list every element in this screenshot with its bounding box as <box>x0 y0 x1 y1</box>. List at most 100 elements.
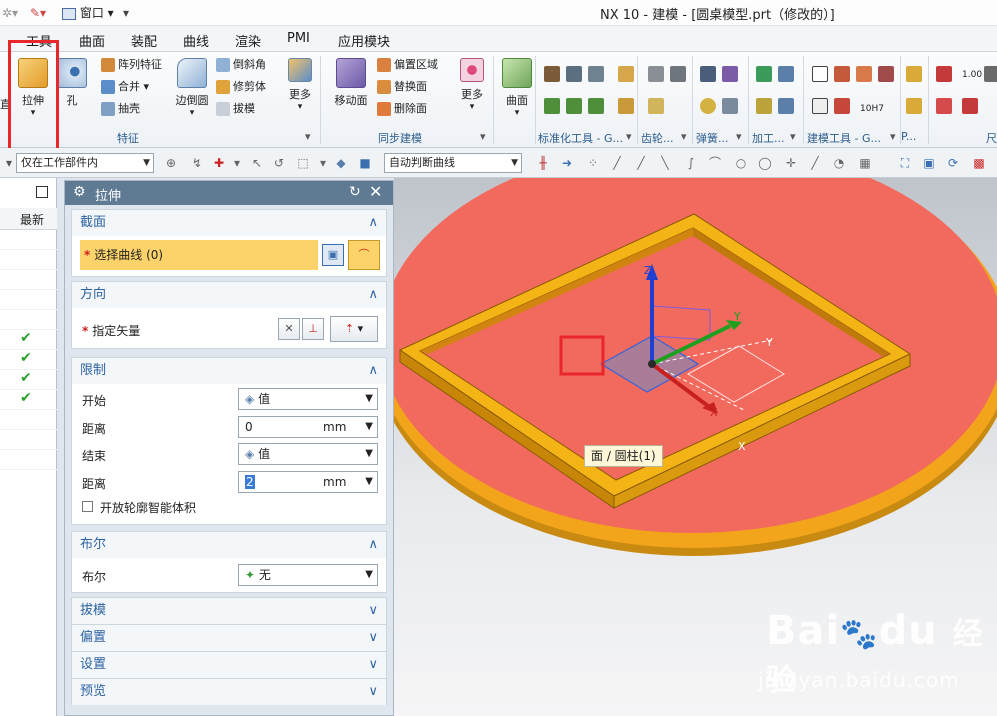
offset-region-button[interactable]: 偏置区域 <box>377 56 438 74</box>
move-face-button[interactable]: 移动面 <box>332 56 370 108</box>
chevron-down-icon[interactable]: ▾ <box>316 156 330 170</box>
maximize-icon[interactable] <box>36 186 48 198</box>
spring-tool-icon[interactable] <box>700 66 716 82</box>
zoom-icon[interactable]: ▣ <box>922 156 936 170</box>
edit-icon[interactable]: ✎▾ <box>30 4 46 22</box>
group-expand-icon[interactable]: ▾ <box>681 130 687 143</box>
quick-access-icon[interactable]: ✲▾ <box>2 4 18 22</box>
gear-tool-icon[interactable] <box>648 98 664 114</box>
tree-row[interactable] <box>0 290 57 310</box>
std-tool-icon[interactable] <box>566 98 582 114</box>
curve-select-button[interactable]: ⌒ <box>348 240 380 270</box>
group-expand-icon[interactable]: ▾ <box>305 130 311 143</box>
curve-point-icon[interactable]: ⌒ <box>708 156 722 170</box>
triangle-tool-icon[interactable] <box>812 66 828 82</box>
model-tool-icon[interactable] <box>834 98 850 114</box>
machining-tool-icon[interactable] <box>756 66 772 82</box>
machining-tool-icon[interactable] <box>778 98 794 114</box>
tree-row[interactable] <box>0 450 57 470</box>
menu-dropdown-icon[interactable]: ▾ <box>2 156 16 170</box>
std-tool-icon[interactable] <box>618 98 634 114</box>
spring-tool-icon[interactable] <box>722 98 738 114</box>
arc-center-icon[interactable]: ○ <box>734 156 748 170</box>
snap-point-icon[interactable]: ⁘ <box>586 156 600 170</box>
midpoint-icon[interactable]: ╱ <box>634 156 648 170</box>
group-expand-icon[interactable]: ▾ <box>736 130 742 143</box>
deselect-icon[interactable]: ↺ <box>272 156 286 170</box>
chamfer-button[interactable]: 倒斜角 <box>216 56 266 74</box>
tab-assembly[interactable]: 装配 <box>131 31 157 50</box>
snap-icon[interactable]: ↯ <box>190 156 204 170</box>
curve-rule-dropdown[interactable]: 自动判断曲线 ▼ <box>384 153 522 173</box>
preview-header[interactable]: 预览 ∨ <box>72 679 386 705</box>
group-expand-icon[interactable]: ▾ <box>790 130 796 143</box>
sketch-section-button[interactable]: ▣ <box>322 244 344 266</box>
origin-point[interactable] <box>648 360 656 368</box>
arc-point-icon[interactable]: ∫ <box>684 156 698 170</box>
delete-face-button[interactable]: 删除面 <box>377 100 427 118</box>
gear-icon[interactable]: ⚙ <box>73 184 86 200</box>
more-button-1[interactable]: 更多 ▾ <box>280 56 320 112</box>
draft-button[interactable]: 拔模 <box>216 100 255 118</box>
window-menu[interactable]: 窗口 ▾ <box>62 4 114 22</box>
tangent-icon[interactable]: ╱ <box>808 156 822 170</box>
unite-button[interactable]: 合并 ▾ <box>101 78 149 96</box>
gear-tool-icon[interactable] <box>670 66 686 82</box>
rectangle-select-icon[interactable]: ⬚ <box>296 156 310 170</box>
tab-render[interactable]: 渲染 <box>235 31 261 50</box>
pick-icon[interactable]: ↖ <box>250 156 264 170</box>
stop-at-intersection-icon[interactable]: ╫ <box>536 156 550 170</box>
tab-curve[interactable]: 曲线 <box>183 31 209 50</box>
tab-surface[interactable]: 曲面 <box>79 31 105 50</box>
machining-tool-icon[interactable] <box>778 66 794 82</box>
gear-tool-icon[interactable] <box>648 66 664 82</box>
std-tool-icon[interactable] <box>588 98 604 114</box>
std-tool-icon[interactable] <box>618 66 634 82</box>
start-type-dropdown[interactable]: ◈ 值 ▼ <box>238 388 378 410</box>
dropdown-arrow-icon[interactable]: ▾ <box>123 4 129 22</box>
graphics-viewport[interactable]: Z Y X Y X 面 / 圆柱(1) Bai🐾du 经验 jingyan.ba… <box>394 178 997 716</box>
tab-applications[interactable]: 应用模块 <box>338 31 390 50</box>
filter-icon[interactable]: ⊕ <box>164 156 178 170</box>
tree-row[interactable] <box>0 310 57 330</box>
bounded-grid-icon[interactable]: ▦ <box>858 156 872 170</box>
model-tool-icon[interactable] <box>856 66 872 82</box>
spring-tool-icon[interactable] <box>700 98 716 114</box>
settings-header[interactable]: 设置 ∨ <box>72 652 386 678</box>
group-expand-icon[interactable]: ▾ <box>480 130 486 143</box>
direction-header[interactable]: 方向 ∧ <box>72 282 386 308</box>
column-latest[interactable]: 最新 <box>20 211 44 228</box>
point-on-face-icon[interactable]: ◔ <box>832 156 846 170</box>
group-expand-icon[interactable]: ▾ <box>890 130 896 143</box>
end-type-dropdown[interactable]: ◈ 值 ▼ <box>238 443 378 465</box>
body-select-icon[interactable]: ◆ <box>334 156 348 170</box>
inferred-vector-dropdown[interactable]: ⇡ ▾ <box>330 316 378 342</box>
dim-tool-icon[interactable] <box>984 66 997 82</box>
dim-tool-icon[interactable] <box>962 98 978 114</box>
start-distance-input[interactable]: 0 mm ▼ <box>238 416 378 438</box>
replace-face-button[interactable]: 替换面 <box>377 78 427 96</box>
offset-header[interactable]: 偏置 ∨ <box>72 625 386 651</box>
tree-row[interactable] <box>0 230 57 250</box>
boolean-dropdown[interactable]: ✦ 无 ▼ <box>238 564 378 586</box>
rotate-icon[interactable]: ⟳ <box>946 156 960 170</box>
close-icon[interactable]: ✕ <box>369 182 382 201</box>
tree-row[interactable]: ✔ <box>0 370 57 390</box>
dimension-value-label[interactable]: 1.00 <box>962 66 982 84</box>
dim-tool-icon[interactable] <box>936 66 952 82</box>
face-select-icon[interactable]: ■ <box>358 156 372 170</box>
endpoint-icon[interactable]: ╱ <box>610 156 624 170</box>
reset-icon[interactable]: ↻ <box>349 184 361 200</box>
end-distance-input[interactable]: 2 mm ▼ <box>238 471 378 493</box>
fit-view-icon[interactable]: ⛶ <box>898 156 912 170</box>
render-style-icon[interactable]: ▩ <box>972 156 986 170</box>
quadrant-icon[interactable]: ◯ <box>758 156 772 170</box>
intersection-icon[interactable]: ✛ <box>784 156 798 170</box>
reverse-direction-button[interactable]: ✕ <box>278 318 300 340</box>
model-tool-icon[interactable] <box>834 66 850 82</box>
follow-fillet-icon[interactable]: ➜ <box>560 156 574 170</box>
tree-row[interactable] <box>0 250 57 270</box>
group-expand-icon[interactable]: ▾ <box>626 130 632 143</box>
model-tool-icon[interactable] <box>878 66 894 82</box>
tree-row[interactable]: ✔ <box>0 330 57 350</box>
